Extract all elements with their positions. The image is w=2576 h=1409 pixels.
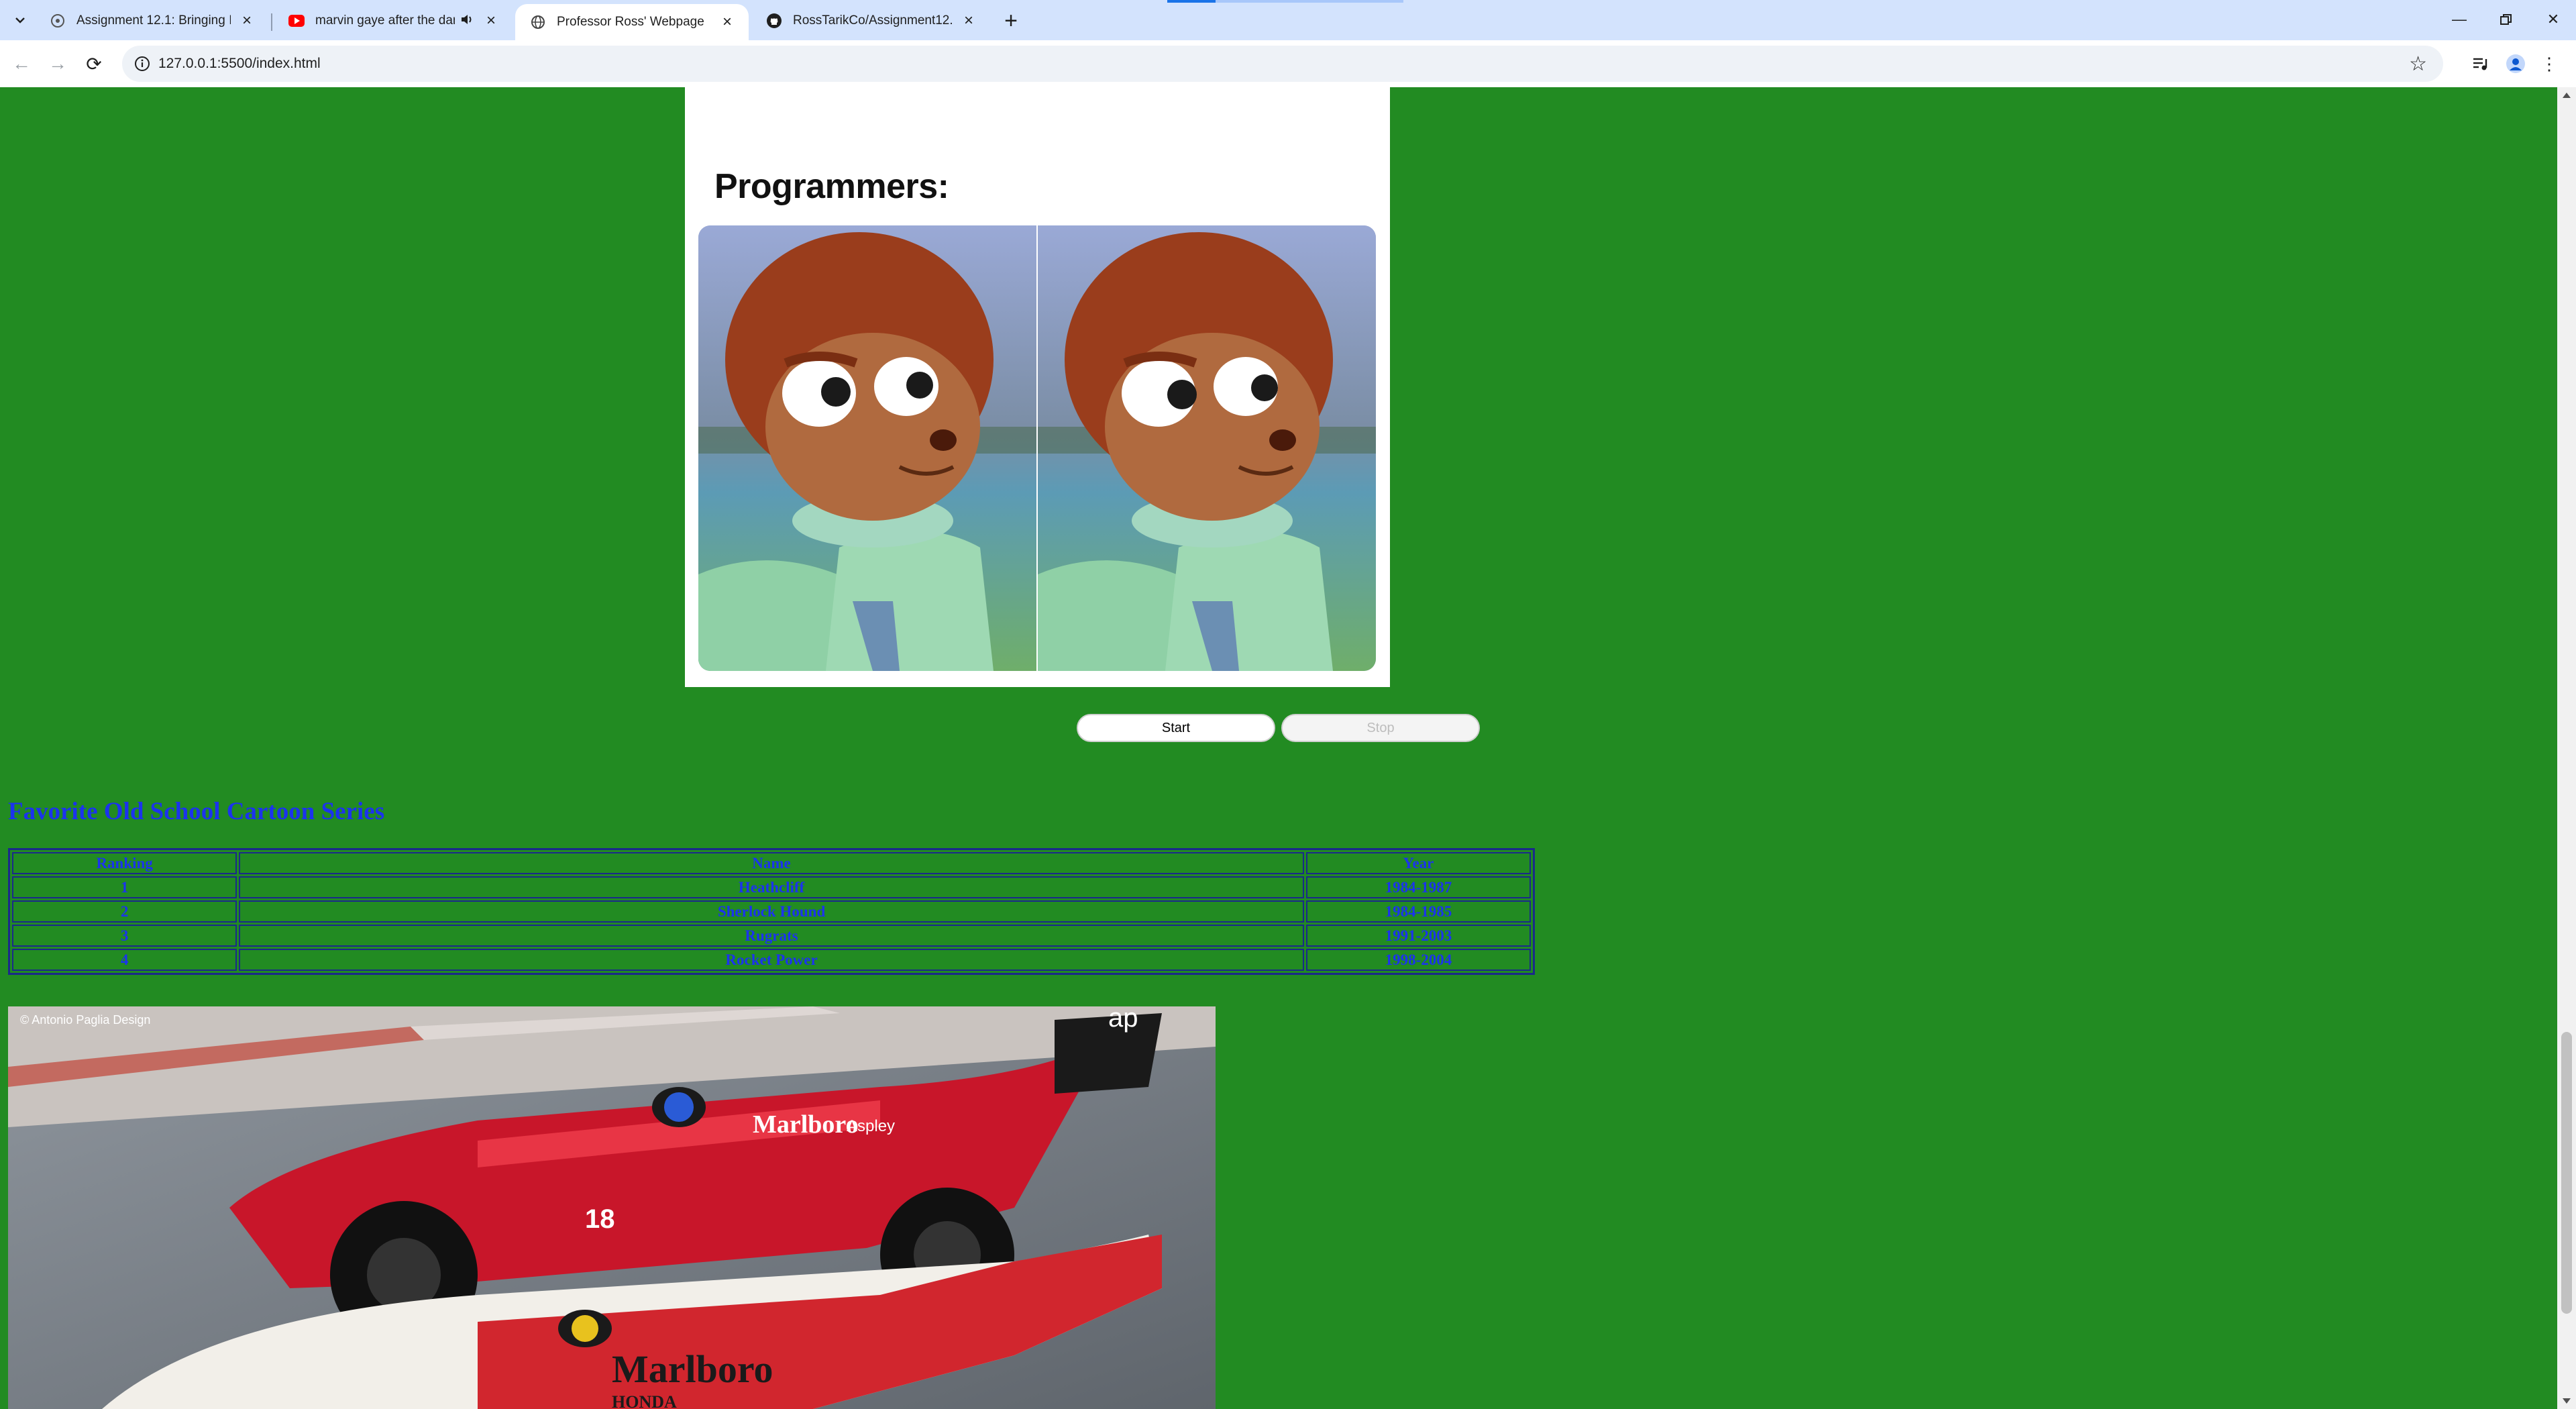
youtube-icon [288,13,305,29]
designer-logo: ap [1108,1006,1138,1033]
browser-chrome: Assignment 12.1: Bringing It All × marvi… [0,0,2576,87]
year-cell: 1984-1987 [1305,876,1531,898]
meme-panel-left [698,225,1036,671]
tab-title: marvin gaye after the dance [315,13,455,28]
table-row: 1 Heathcliff 1984-1987 [12,876,1531,898]
forward-icon[interactable]: → [42,48,74,80]
puppet-illustration [1038,225,1376,671]
tab-youtube[interactable]: marvin gaye after the dance × [274,4,513,38]
profile-avatar-icon[interactable] [2500,48,2532,80]
livery-text: Aspley [847,1117,895,1135]
globe-icon [530,14,546,30]
table-row: 2 Sherlock Hound 1984-1985 [12,900,1531,923]
tab-search-button[interactable] [9,9,31,31]
ranking-cell: 2 [12,900,237,923]
year-cell: 1991-2003 [1305,925,1531,947]
table-header-row: Ranking Name Year [12,852,1531,874]
ranking-cell: 1 [12,876,237,898]
address-url[interactable]: 127.0.0.1:5500/index.html [158,56,321,72]
minimize-icon[interactable]: — [2432,0,2486,39]
page-viewport: Programmers: Start Stop Favorite Old Sch… [0,87,2557,1409]
bookmark-star-icon[interactable]: ☆ [2409,52,2427,76]
table-row: 4 Rocket Power 1998-2004 [12,949,1531,971]
meme-image: Programmers: [685,87,1390,687]
tab-separator [271,13,272,31]
name-cell: Heathcliff [239,876,1304,898]
tab-title: RossTarikCo/Assignment12.1 [793,13,953,28]
github-icon [766,13,782,29]
scroll-down-arrow-icon[interactable] [2563,1398,2571,1404]
speaker-icon[interactable] [460,13,475,30]
name-cell: Sherlock Hound [239,900,1304,923]
race-car-photo: Marlboro Aspley 18 Marlboro HONDA ap © A… [8,1006,1216,1409]
livery-text: HONDA [612,1392,677,1409]
back-icon[interactable]: ← [5,48,38,80]
livery-text: Marlboro [753,1110,859,1139]
race-car-illustration: Marlboro Aspley 18 Marlboro HONDA ap [8,1006,1216,1409]
tab-professor-ross[interactable]: Professor Ross' Webpage × [515,4,749,40]
ranking-cell: 4 [12,949,237,971]
name-cell: Rocket Power [239,949,1304,971]
page-scrollbar[interactable] [2557,87,2576,1409]
close-icon[interactable]: × [482,11,500,30]
cartoon-heading: Favorite Old School Cartoon Series [8,798,385,825]
close-icon[interactable]: × [959,11,978,30]
tab-title: Assignment 12.1: Bringing It All [76,13,231,28]
tab-group-indicator [1167,0,1216,3]
close-icon[interactable]: × [237,11,256,30]
tab-title: Professor Ross' Webpage [557,15,704,29]
meme-caption: Programmers: [714,167,949,206]
close-icon[interactable]: × [718,13,737,32]
canvas-icon [50,13,66,29]
livery-text: 18 [585,1204,615,1234]
tab-assignment[interactable]: Assignment 12.1: Bringing It All × [35,4,268,38]
ranking-cell: 3 [12,925,237,947]
tab-strip: Assignment 12.1: Bringing It All × marvi… [0,0,2576,40]
name-cell: Rugrats [239,925,1304,947]
new-tab-button[interactable]: + [998,8,1024,34]
meme-panel-right [1038,225,1376,671]
site-info-icon[interactable] [133,54,152,73]
tab-group-indicator-secondary [1216,0,1403,3]
table-row: 3 Rugrats 1991-2003 [12,925,1531,947]
restore-icon[interactable] [2479,0,2533,39]
year-cell: 1984-1985 [1305,900,1531,923]
reload-icon[interactable]: ⟳ [78,48,110,80]
column-header-year: Year [1305,852,1531,874]
browser-toolbar: ← → ⟳ 127.0.0.1:5500/index.html ☆ ⋮ [0,40,2576,87]
tab-github[interactable]: RossTarikCo/Assignment12.1 × [751,4,990,38]
stop-button[interactable]: Stop [1281,714,1480,742]
photo-credit: © Antonio Paglia Design [20,1013,151,1027]
cartoon-table: Ranking Name Year 1 Heathcliff 1984-1987… [8,848,1535,975]
close-window-icon[interactable]: ✕ [2526,0,2576,39]
scroll-up-arrow-icon[interactable] [2563,93,2571,98]
more-menu-icon[interactable]: ⋮ [2536,48,2563,80]
year-cell: 1998-2004 [1305,949,1531,971]
puppet-illustration [698,225,1036,671]
column-header-ranking: Ranking [12,852,237,874]
column-header-name: Name [239,852,1304,874]
start-button[interactable]: Start [1077,714,1275,742]
media-controls-icon[interactable] [2465,48,2497,80]
livery-text: Marlboro [612,1347,773,1391]
address-bar[interactable]: 127.0.0.1:5500/index.html ☆ [122,46,2443,82]
chevron-down-icon [15,17,25,23]
scrollbar-thumb[interactable] [2561,1032,2572,1314]
